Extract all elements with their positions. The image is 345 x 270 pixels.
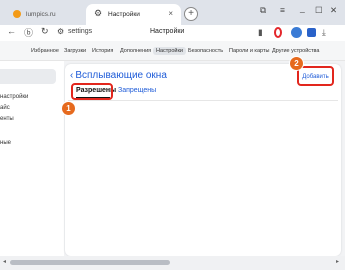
sidebar-item-tools[interactable]: енты bbox=[0, 116, 14, 122]
download-icon[interactable]: ⤓ bbox=[322, 27, 326, 38]
callout-badge-1: 1 bbox=[62, 102, 75, 115]
scroll-left-icon[interactable]: ◂ bbox=[3, 258, 6, 265]
scrollbar-thumb[interactable] bbox=[10, 260, 170, 265]
sidebar-item-system[interactable]: ные bbox=[0, 140, 11, 146]
maximize-icon[interactable]: ☐ bbox=[315, 5, 323, 16]
new-tab-button[interactable]: + bbox=[184, 7, 198, 21]
address-page-title: Настройки bbox=[150, 28, 185, 35]
nav-item-passwords[interactable]: Пароли и карты bbox=[229, 48, 269, 54]
page-title-text: Всплывающие окна bbox=[75, 70, 167, 81]
browser-window: lumpics.ru ⚙ Настройки × + ⧉ ≡ _ ☐ ✕ ← ⓑ… bbox=[0, 0, 345, 270]
back-chevron-icon[interactable]: ‹ bbox=[70, 70, 73, 81]
settings-gear-icon: ⚙ bbox=[57, 27, 65, 36]
extension-puzzle-icon[interactable] bbox=[307, 28, 316, 37]
sidebar-item-settings[interactable]: настройки bbox=[0, 94, 28, 100]
close-tab-icon[interactable]: × bbox=[168, 9, 173, 18]
address-url[interactable]: settings bbox=[68, 28, 92, 35]
callout-badge-2: 2 bbox=[290, 57, 303, 70]
sidebar-search-input[interactable] bbox=[0, 69, 56, 84]
gear-icon: ⚙ bbox=[94, 8, 103, 18]
close-window-icon[interactable]: ✕ bbox=[330, 5, 337, 16]
yandex-badge-icon[interactable]: ⓑ bbox=[24, 26, 33, 39]
tab-title: lumpics.ru bbox=[26, 11, 56, 18]
nav-item-favorites[interactable]: Избранное bbox=[31, 48, 59, 54]
nav-item-settings[interactable]: Настройки bbox=[153, 47, 186, 55]
bookmark-icon[interactable]: ▮ bbox=[258, 27, 263, 38]
nav-item-other-devices[interactable]: Другие устройства bbox=[272, 48, 319, 54]
extension-icon[interactable] bbox=[291, 27, 302, 38]
highlight-add-button bbox=[297, 66, 334, 86]
minimize-icon[interactable]: _ bbox=[300, 3, 305, 13]
nav-item-downloads[interactable]: Загрузки bbox=[64, 48, 86, 54]
reload-icon[interactable]: ↻ bbox=[41, 26, 49, 37]
settings-sidebar: настройки айс енты ные bbox=[0, 61, 64, 256]
nav-item-history[interactable]: История bbox=[92, 48, 113, 54]
tab-blocked[interactable]: Запрещены bbox=[118, 87, 156, 94]
nav-item-addons[interactable]: Дополнения bbox=[120, 48, 151, 54]
orange-circle-icon bbox=[13, 10, 21, 18]
yandex-logo-icon[interactable] bbox=[274, 27, 282, 38]
address-bar-row: ← ⓑ ↻ ⚙ settings Настройки ▮ ⤓ bbox=[0, 25, 345, 41]
page-title[interactable]: ‹ Всплывающие окна bbox=[70, 70, 167, 81]
scroll-right-icon[interactable]: ▸ bbox=[336, 258, 339, 265]
back-icon[interactable]: ← bbox=[7, 26, 16, 36]
menu-icon[interactable]: ≡ bbox=[280, 5, 285, 15]
nav-item-security[interactable]: Безопасность bbox=[188, 48, 223, 54]
highlight-allowed-tab bbox=[71, 83, 113, 100]
tabs-divider bbox=[68, 100, 338, 101]
tab-list-icon[interactable]: ⧉ bbox=[260, 5, 266, 16]
tab-settings[interactable]: ⚙ Настройки × bbox=[86, 4, 181, 25]
tab-lumpics[interactable]: lumpics.ru bbox=[4, 4, 84, 25]
sidebar-item-interface[interactable]: айс bbox=[0, 105, 10, 111]
tab-title: Настройки bbox=[108, 11, 140, 18]
tab-strip: lumpics.ru ⚙ Настройки × + ⧉ ≡ _ ☐ ✕ bbox=[0, 0, 345, 25]
